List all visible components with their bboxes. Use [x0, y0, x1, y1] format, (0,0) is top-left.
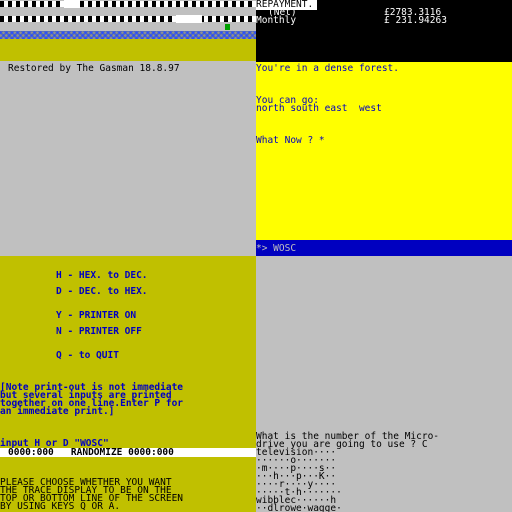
pattern-stripe [0, 1, 256, 7]
monthly-value: £ 231.94263 [384, 15, 447, 26]
credit-text: Restored by The Gasman 18.8.97 [8, 63, 180, 74]
wave-pattern [0, 31, 256, 39]
menu-item-dec-to-hex[interactable]: D - DEC. to HEX. [56, 287, 148, 297]
menu-item-printer-off[interactable]: N - PRINTER OFF [56, 327, 142, 337]
menu-item-hex-to-dec[interactable]: H - HEX. to DEC. [56, 271, 148, 281]
trace-instructions: PLEASE CHOOSE WHETHER YOU WANT THE TRACE… [0, 478, 256, 512]
command-prompt: What Now ? * [256, 135, 325, 146]
title-panel: Restored by The Gasman 18.8.97 [0, 0, 256, 256]
menu-item-quit[interactable]: Q - to QUIT [56, 351, 119, 361]
grid-row: ··dlrowe·wagge· [256, 503, 342, 512]
location-text: You're in a dense forest. [256, 63, 399, 74]
address-bar: 0000:000 RANDOMIZE 0000:000 [0, 448, 256, 457]
trace-line: BY USING KEYS Q OR A. [0, 501, 121, 512]
colour-bar [0, 39, 256, 61]
stripe-block [176, 15, 202, 23]
adventure-text-pane: You're in a dense forest. You can go: no… [256, 62, 512, 240]
command-input-bar[interactable]: *> WOSC [256, 240, 512, 256]
pattern-stripe [0, 16, 256, 22]
emulator-screen: Restored by The Gasman 18.8.97 REPAYMENT… [0, 0, 512, 512]
menu-item-printer-on[interactable]: Y - PRINTER ON [56, 311, 136, 321]
command-input[interactable]: *> WOSC [256, 244, 296, 254]
address-readout: 0000:000 RANDOMIZE 0000:000 [8, 447, 174, 458]
monthly-label: Monthly [256, 15, 297, 26]
hex-converter-panel: H - HEX. to DEC. D - DEC. to HEX. Y - PR… [0, 256, 256, 512]
adventure-panel: REPAYMENT. (Net) £2783.3116 Monthly £ 23… [256, 0, 512, 256]
exits-list: north south east west [256, 103, 382, 114]
note-line: an immediate print.] [0, 406, 115, 417]
stripe-block [64, 0, 80, 8]
word-grid-panel: What is the number of the Micro- drive y… [256, 256, 512, 512]
marker-icon [225, 24, 230, 30]
